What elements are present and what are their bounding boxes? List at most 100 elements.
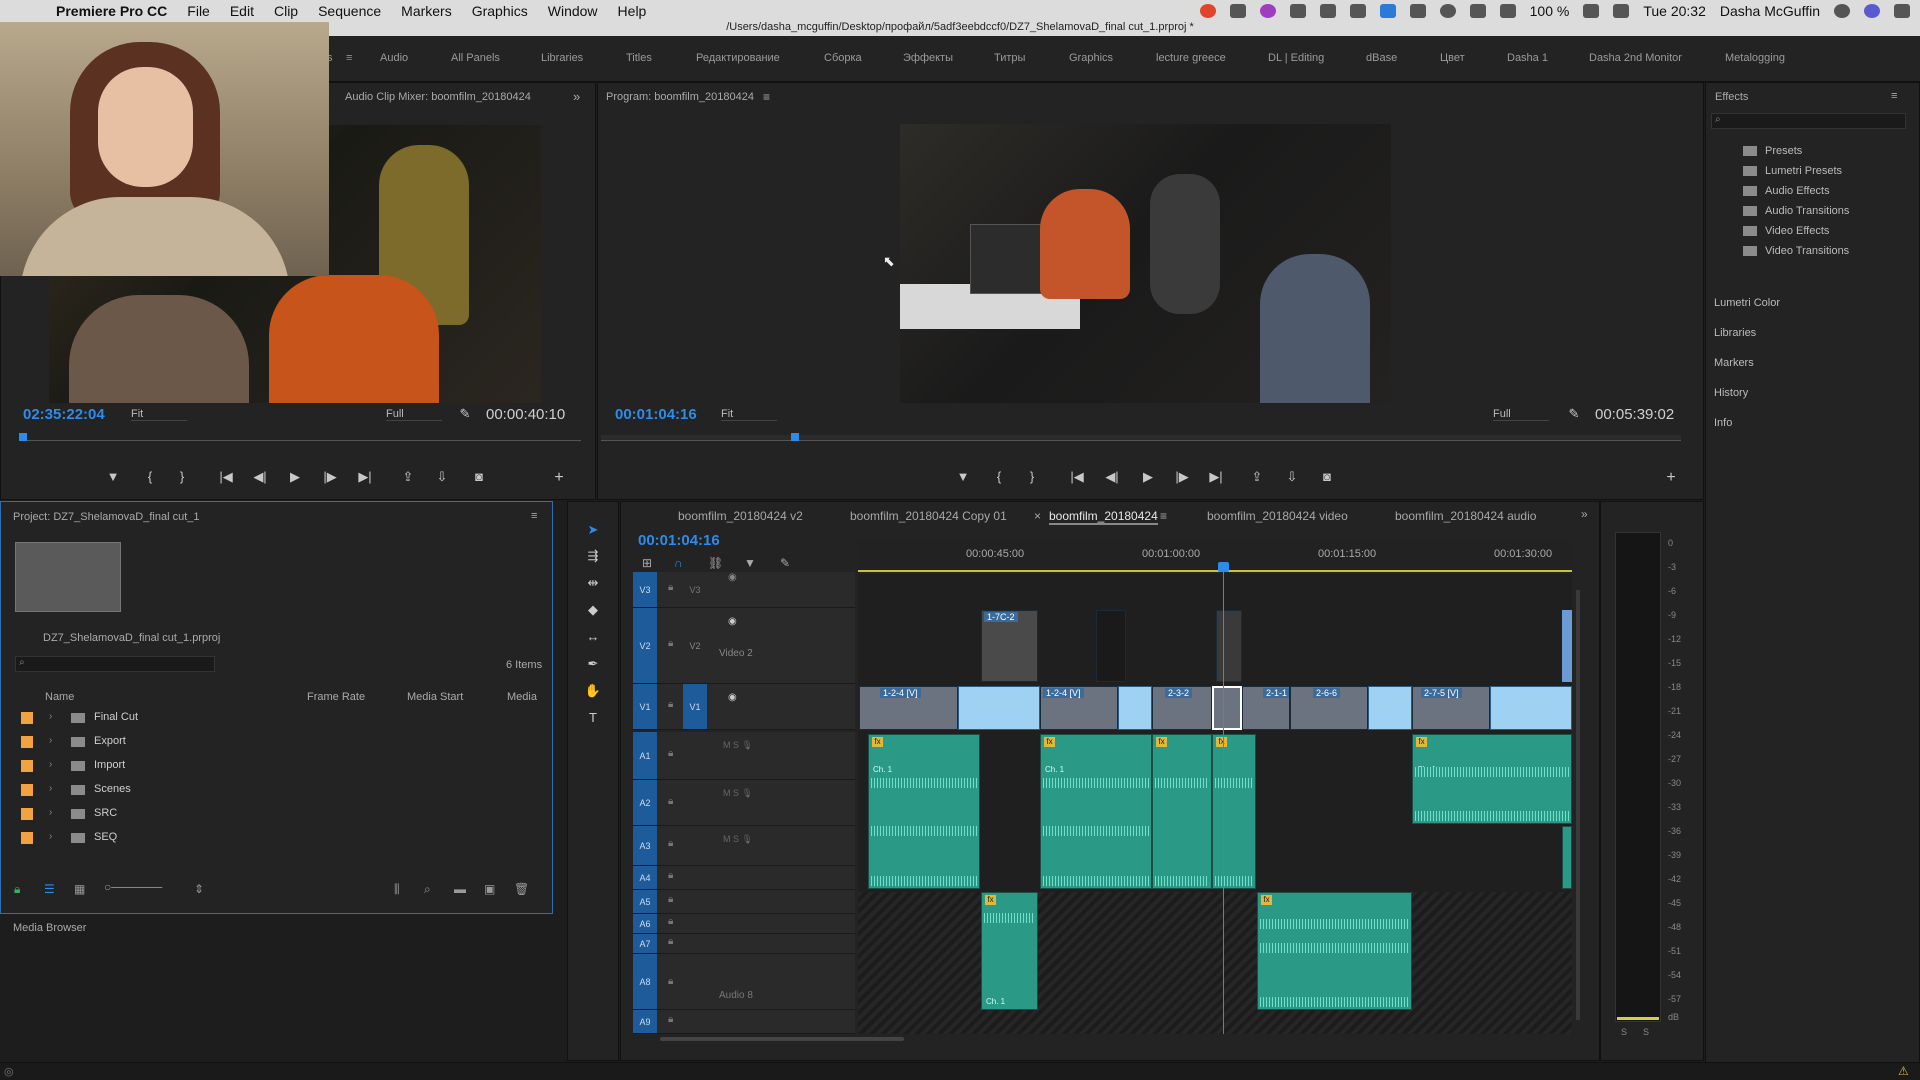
app-status-icon[interactable] xyxy=(1289,4,1306,18)
effects-tree-lumetri-presets[interactable]: Lumetri Presets xyxy=(1743,165,1842,177)
automate-icon[interactable]: ⫼ xyxy=(394,882,400,897)
menu-edit[interactable]: Edit xyxy=(230,3,254,19)
track-target[interactable]: A8 xyxy=(633,954,657,1009)
workspace-tab[interactable]: Titles xyxy=(626,52,652,64)
video-clip-offline[interactable] xyxy=(958,686,1040,730)
panel-menu-icon[interactable]: ≡ xyxy=(1160,509,1167,523)
menu-help[interactable]: Help xyxy=(618,3,647,19)
timeline-timecode[interactable]: 00:01:04:16 xyxy=(638,532,720,549)
app-status-icon[interactable] xyxy=(1259,4,1276,18)
panel-info[interactable]: Info xyxy=(1714,417,1732,429)
program-timecode[interactable]: 00:01:04:16 xyxy=(615,406,697,423)
video-clip[interactable]: 2-7-5 [V] xyxy=(1412,686,1490,730)
column-frame-rate[interactable]: Frame Rate xyxy=(307,691,365,703)
timeline-tab[interactable]: boomfilm_20180424 Copy 01 xyxy=(850,509,1007,523)
overwrite-button[interactable]: ⇩ xyxy=(433,469,451,485)
workspace-menu-icon[interactable]: ≡ xyxy=(346,52,352,64)
chevron-right-icon[interactable]: › xyxy=(49,711,52,722)
timeline-tab[interactable]: boomfilm_20180424 v2 xyxy=(678,509,803,523)
creative-cloud-icon[interactable] xyxy=(1409,4,1426,18)
mark-out-button[interactable]: } xyxy=(173,469,191,484)
mark-out-button[interactable]: } xyxy=(1023,469,1041,484)
timeline-tab[interactable]: boomfilm_20180424 audio xyxy=(1395,509,1536,523)
track-header-a6[interactable]: A6 🔒︎ xyxy=(633,914,855,934)
hand-tool-icon[interactable]: ✋ xyxy=(584,683,602,701)
lock-icon[interactable]: 🔒︎ xyxy=(668,699,673,710)
lock-icon[interactable]: 🔒︎ xyxy=(668,796,673,807)
mark-in-button[interactable]: { xyxy=(990,469,1008,484)
effects-tree-video-effects[interactable]: Video Effects xyxy=(1743,225,1829,237)
workspace-tab[interactable]: Graphics xyxy=(1069,52,1113,64)
icon-view-icon[interactable]: ▦ xyxy=(74,882,85,896)
video-clip-offline[interactable] xyxy=(1490,686,1572,730)
audio-clip[interactable] xyxy=(1562,826,1572,889)
extract-button[interactable]: ⇩ xyxy=(1283,469,1301,485)
panel-overflow-icon[interactable]: » xyxy=(573,89,580,104)
video-clip[interactable]: 1-2-4 [V] xyxy=(859,686,958,730)
track-target[interactable]: V3 xyxy=(633,572,657,607)
video-clip-offline[interactable] xyxy=(1368,686,1412,730)
ripple-edit-tool-icon[interactable]: ⇹ xyxy=(584,575,602,593)
notification-center-icon[interactable] xyxy=(1894,4,1910,18)
spotlight-icon[interactable] xyxy=(1834,4,1850,18)
chevron-right-icon[interactable]: › xyxy=(49,759,52,770)
workspace-tab[interactable]: Редактирование xyxy=(696,52,780,64)
list-item[interactable]: › Export xyxy=(14,730,538,754)
eye-icon[interactable]: ◉ xyxy=(728,692,737,703)
menu-clip[interactable]: Clip xyxy=(274,3,298,19)
workspace-tab[interactable]: Эффекты xyxy=(903,52,953,64)
wrench-icon[interactable]: ✎ xyxy=(1565,406,1583,422)
track-header-a8[interactable]: A8 🔒︎ Audio 8 xyxy=(633,954,855,1010)
siri-icon[interactable] xyxy=(1864,4,1880,18)
selection-tool-icon[interactable]: ➤ xyxy=(584,522,602,540)
list-item[interactable]: › Scenes xyxy=(14,778,538,802)
eye-icon[interactable]: ◉ xyxy=(728,616,737,627)
workspace-tab[interactable]: Сборка xyxy=(824,52,862,64)
type-tool-icon[interactable]: T xyxy=(584,710,602,728)
panel-overflow-icon[interactable]: » xyxy=(1581,507,1588,521)
lift-button[interactable]: ⇪ xyxy=(1248,469,1266,485)
panel-title[interactable]: Audio Clip Mixer: boomfilm_20180424 xyxy=(345,91,531,103)
track-header-a4[interactable]: A4 🔒︎ xyxy=(633,866,855,890)
effects-tree-presets[interactable]: Presets xyxy=(1743,145,1802,157)
track-target[interactable]: V2 xyxy=(633,608,657,683)
video-clip[interactable] xyxy=(1096,610,1126,682)
go-to-in-button[interactable]: |◀ xyxy=(1068,469,1086,485)
panel-title[interactable]: Effects xyxy=(1715,91,1748,103)
playhead-handle[interactable] xyxy=(1218,562,1229,572)
column-media-start[interactable]: Media Start xyxy=(407,691,463,703)
track-select-tool-icon[interactable]: ⇶ xyxy=(584,548,602,566)
step-forward-button[interactable]: |▶ xyxy=(321,469,339,485)
video-clip[interactable]: 2-6-6 xyxy=(1290,686,1368,730)
panel-lumetri-color[interactable]: Lumetri Color xyxy=(1714,297,1780,309)
panel-history[interactable]: History xyxy=(1714,387,1748,399)
volume-icon[interactable] xyxy=(1499,4,1516,18)
horizontal-scrollbar[interactable] xyxy=(660,1037,904,1041)
track-target[interactable]: V1 xyxy=(633,684,657,729)
go-to-out-button[interactable]: ▶| xyxy=(356,469,374,485)
workspace-tab[interactable]: dBase xyxy=(1366,52,1397,64)
effects-tree-audio-transitions[interactable]: Audio Transitions xyxy=(1743,205,1849,217)
workspace-tab[interactable]: All Panels xyxy=(451,52,500,64)
workspace-tab[interactable]: Dasha 1 xyxy=(1507,52,1548,64)
effects-tree-video-transitions[interactable]: Video Transitions xyxy=(1743,245,1849,257)
solo-button[interactable]: S xyxy=(1621,1027,1627,1037)
slip-tool-icon[interactable]: ↔ xyxy=(584,629,602,647)
project-search-input[interactable]: ⌕ xyxy=(15,656,215,672)
menu-sequence[interactable]: Sequence xyxy=(318,3,381,19)
program-video-frame[interactable] xyxy=(900,124,1391,403)
status-icon[interactable]: ◎ xyxy=(4,1065,14,1078)
audio-clip[interactable]: fx xyxy=(1152,734,1212,889)
add-marker-button[interactable]: ▼ xyxy=(104,469,122,484)
track-header-a5[interactable]: A5 🔒︎ xyxy=(633,890,855,914)
lock-icon[interactable]: 🔒︎ xyxy=(668,748,673,759)
list-item[interactable]: › SRC xyxy=(14,802,538,826)
workspace-tab[interactable]: Dasha 2nd Monitor xyxy=(1589,52,1682,64)
user-name[interactable]: Dasha McGuffin xyxy=(1720,3,1820,19)
wifi-icon[interactable] xyxy=(1469,4,1486,18)
workspace-tab[interactable]: Metalogging xyxy=(1725,52,1785,64)
pen-tool-icon[interactable]: ✒ xyxy=(584,656,602,674)
audio-clip[interactable]: fx Ch. 1 xyxy=(981,892,1038,1010)
mute-solo-icons[interactable]: M S 🎙︎ xyxy=(723,834,753,845)
snap-icon[interactable]: ∩ xyxy=(674,556,683,570)
